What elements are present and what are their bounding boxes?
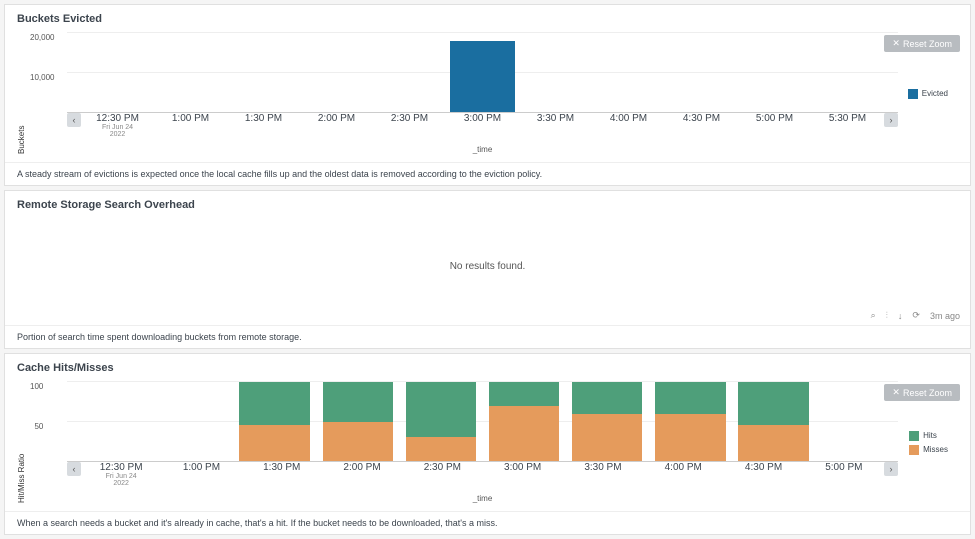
x-tick: 2:00 PM bbox=[318, 113, 355, 124]
panel-toolbar: ⌕ ⫶ ↓ ⟳ 3m ago bbox=[871, 310, 960, 321]
pager-left-button[interactable]: ‹ bbox=[67, 462, 81, 476]
x-tick: 3:30 PM bbox=[537, 113, 574, 124]
bar[interactable] bbox=[323, 382, 394, 461]
bar[interactable] bbox=[450, 41, 514, 112]
x-tick: 12:30 PMFri Jun 242022 bbox=[100, 462, 143, 487]
legend-label: Evicted bbox=[922, 89, 948, 98]
panel-cache-hits-misses: Cache Hits/Misses ✕ Reset Zoom Hit/Miss … bbox=[4, 353, 971, 535]
x-axis-label: _time bbox=[67, 494, 898, 503]
x-tick: 5:00 PM bbox=[756, 113, 793, 124]
y-tick: 10,000 bbox=[30, 73, 54, 113]
pager-right-button[interactable]: › bbox=[884, 462, 898, 476]
legend: Hits Misses bbox=[909, 431, 948, 455]
y-axis-label: Hit/Miss Ratio bbox=[17, 382, 26, 503]
panel-body: No results found. ⌕ ⫶ ↓ ⟳ 3m ago bbox=[5, 215, 970, 325]
legend-label: Hits bbox=[923, 431, 937, 440]
x-axis: 12:30 PMFri Jun 242022 1:00 PM 1:30 PM 2:00… bbox=[81, 462, 884, 492]
x-tick: 1:30 PM bbox=[263, 462, 300, 473]
y-tick: 50 bbox=[34, 422, 43, 462]
x-tick: 1:00 PM bbox=[183, 462, 220, 473]
y-tick: 100 bbox=[30, 382, 43, 422]
x-tick: 4:30 PM bbox=[683, 113, 720, 124]
chart-plot-area[interactable] bbox=[67, 33, 898, 113]
chart-plot-area[interactable] bbox=[67, 382, 898, 462]
panel-buckets-evicted: Buckets Evicted ✕ Reset Zoom Buckets 20,… bbox=[4, 4, 971, 186]
bar[interactable] bbox=[738, 382, 809, 461]
legend-item[interactable]: Hits bbox=[909, 431, 948, 441]
panel-title: Cache Hits/Misses bbox=[5, 354, 970, 378]
x-tick: 12:30 PMFri Jun 242022 bbox=[96, 113, 139, 138]
x-tick: 3:00 PM bbox=[504, 462, 541, 473]
search-icon[interactable]: ⌕ bbox=[871, 310, 876, 321]
panel-caption: When a search needs a bucket and it's al… bbox=[5, 511, 970, 534]
x-tick: 5:00 PM bbox=[825, 462, 862, 473]
export-icon[interactable]: ↓ bbox=[898, 311, 903, 321]
refresh-age: 3m ago bbox=[930, 311, 960, 321]
panel-title: Buckets Evicted bbox=[5, 5, 970, 29]
bar[interactable] bbox=[572, 382, 643, 461]
panel-body: ✕ Reset Zoom Buckets 20,00010,000 ‹ 12:3… bbox=[5, 29, 970, 162]
x-tick: 2:00 PM bbox=[343, 462, 380, 473]
panel-caption: Portion of search time spent downloading… bbox=[5, 325, 970, 348]
y-axis-label: Buckets bbox=[17, 33, 26, 154]
legend-item[interactable]: Evicted bbox=[908, 89, 948, 99]
bar[interactable] bbox=[406, 382, 477, 461]
legend: Evicted bbox=[908, 89, 948, 99]
x-tick: 3:00 PM bbox=[464, 113, 501, 124]
x-tick: 3:30 PM bbox=[584, 462, 621, 473]
x-tick: 2:30 PM bbox=[424, 462, 461, 473]
legend-swatch bbox=[908, 89, 918, 99]
x-axis: 12:30 PMFri Jun 242022 1:00 PM 1:30 PM 2:00… bbox=[81, 113, 884, 143]
select-icon[interactable]: ⫶ bbox=[886, 310, 888, 321]
x-tick: 1:00 PM bbox=[172, 113, 209, 124]
legend-item[interactable]: Misses bbox=[909, 445, 948, 455]
x-tick: 4:30 PM bbox=[745, 462, 782, 473]
empty-state: No results found. bbox=[17, 219, 958, 314]
panel-caption: A steady stream of evictions is expected… bbox=[5, 162, 970, 185]
x-tick: 4:00 PM bbox=[665, 462, 702, 473]
x-tick: 5:30 PM bbox=[829, 113, 866, 124]
legend-swatch bbox=[909, 431, 919, 441]
x-tick: 4:00 PM bbox=[610, 113, 647, 124]
panel-body: ✕ Reset Zoom Hit/Miss Ratio 10050 ‹ 12:3… bbox=[5, 378, 970, 511]
legend-label: Misses bbox=[923, 445, 948, 454]
x-tick: 1:30 PM bbox=[245, 113, 282, 124]
y-axis: 10050 bbox=[30, 382, 49, 462]
bar[interactable] bbox=[489, 382, 560, 461]
pager-left-button[interactable]: ‹ bbox=[67, 113, 81, 127]
x-tick: 2:30 PM bbox=[391, 113, 428, 124]
panel-remote-storage-overhead: Remote Storage Search Overhead No result… bbox=[4, 190, 971, 349]
pager-right-button[interactable]: › bbox=[884, 113, 898, 127]
panel-title: Remote Storage Search Overhead bbox=[5, 191, 970, 215]
bar[interactable] bbox=[655, 382, 726, 461]
bar[interactable] bbox=[239, 382, 310, 461]
y-tick: 20,000 bbox=[30, 33, 54, 73]
y-axis: 20,00010,000 bbox=[30, 33, 60, 113]
x-axis-label: _time bbox=[67, 145, 898, 154]
legend-swatch bbox=[909, 445, 919, 455]
refresh-icon[interactable]: ⟳ bbox=[912, 310, 920, 321]
